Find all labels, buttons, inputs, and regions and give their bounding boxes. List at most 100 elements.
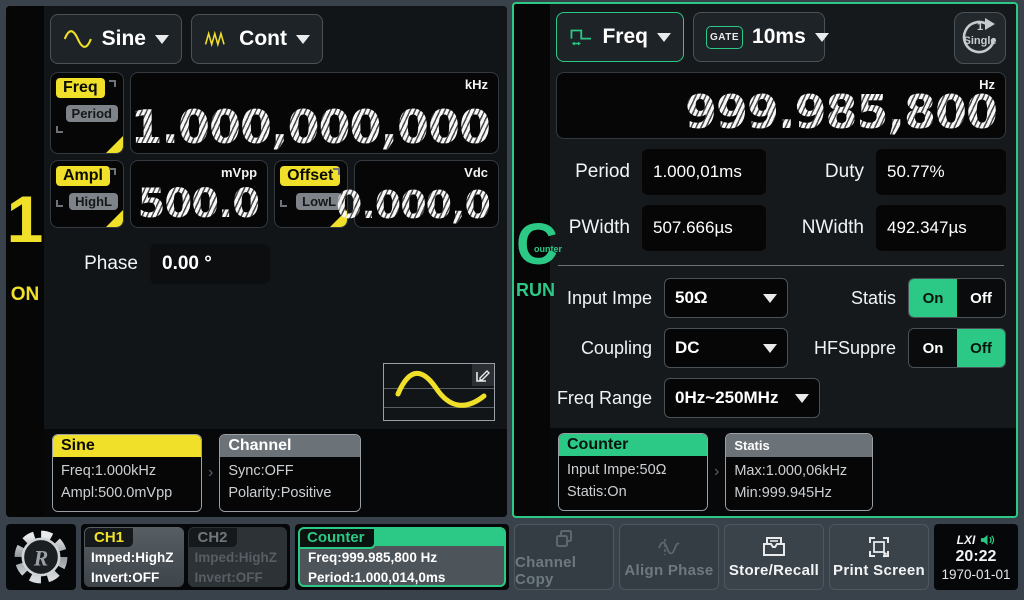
freq-period-selector[interactable]: Freq Period (50, 72, 124, 154)
pencil-edit-icon (476, 368, 490, 382)
waveform-select-value: Sine (102, 27, 146, 51)
waveform-select[interactable]: Sine (50, 14, 182, 64)
action-buttons: Channel Copy Align Phase Store/Recall (514, 524, 929, 590)
corner-mark (333, 168, 340, 175)
single-measure-button[interactable]: 1 Single (954, 12, 1006, 64)
channel1-number: 1 (6, 186, 44, 252)
channel1-panel: 1 ON Sine Cont Freq Period (6, 6, 507, 517)
align-phase-label: Align Phase (624, 562, 713, 579)
ampl-label: Ampl (56, 166, 110, 186)
gate-badge: GATE (706, 26, 743, 49)
period-alt-label: Period (66, 105, 118, 122)
counter-main-display[interactable]: Hz 999.985,800 (556, 72, 1006, 139)
coupling-value: DC (675, 338, 755, 358)
sine-card-freq: Freq:1.000kHz (61, 460, 193, 482)
phase-label: Phase (50, 253, 150, 275)
continuous-wave-icon (204, 28, 230, 50)
offset-value: 0.000,0 (336, 186, 490, 224)
ch1-impedance: Imped:HighZ (91, 548, 177, 568)
channel1-side-column: 1 ON (6, 6, 44, 517)
edit-waveform-button[interactable] (472, 364, 494, 386)
statis-toggle[interactable]: On Off (908, 278, 1006, 318)
single-label: Single (955, 35, 1005, 47)
print-screen-button[interactable]: Print Screen (829, 524, 929, 590)
input-impedance-select[interactable]: 50Ω (664, 278, 788, 318)
phase-input[interactable]: 0.00 ° (150, 244, 270, 284)
statis-off-button[interactable]: Off (957, 279, 1005, 317)
coupling-select[interactable]: DC (664, 328, 788, 368)
speaker-icon (980, 533, 995, 547)
nwidth-value: 492.347µs (887, 218, 967, 238)
ampl-display[interactable]: mVpp 500.0 (130, 160, 268, 228)
gate-time-value: 10ms (752, 25, 806, 49)
statis-card-min: Min:999.945Hz (734, 482, 864, 504)
counter-status-group: Counter Freq:999.985,800 Hz Period:1.000… (295, 524, 509, 590)
counter-status-tab: Counter (300, 529, 376, 549)
freq-unit: kHz (465, 77, 488, 92)
hfsuppre-off-button[interactable]: Off (957, 329, 1005, 367)
chevron-down-icon (763, 344, 777, 353)
align-phase-button[interactable]: Align Phase (619, 524, 719, 590)
copy-icon (552, 527, 576, 551)
offset-label: Offset (280, 166, 340, 186)
counter-mode-select[interactable]: Freq (556, 12, 684, 62)
nwidth-value-box: 492.347µs (876, 205, 1006, 251)
sine-icon (63, 28, 93, 50)
input-impedance-label: Input Impe (556, 288, 664, 309)
gate-time-select[interactable]: GATE 10ms (693, 12, 825, 62)
channel-summary-card[interactable]: Channel Sync:OFF Polarity:Positive (219, 434, 361, 512)
statis-card-title: Statis (726, 434, 872, 457)
statis-on-button[interactable]: On (909, 279, 957, 317)
counter-status-cards: Counter Input Impe:50Ω Statis:On › Stati… (550, 428, 1016, 516)
print-screen-label: Print Screen (833, 562, 925, 579)
coupling-label: Coupling (556, 338, 664, 359)
duty-label: Duty (772, 161, 876, 183)
system-menu-button[interactable]: R (6, 524, 76, 590)
single-count: 1 (955, 21, 1005, 33)
freq-range-select[interactable]: 0Hz~250MHz (664, 378, 820, 418)
sine-summary-card[interactable]: Sine Freq:1.000kHz Ampl:500.0mVpp (52, 434, 202, 512)
store-recall-button[interactable]: Store/Recall (724, 524, 824, 590)
ch2-status-card[interactable]: CH2 Imped:HighZ Invert:OFF (188, 527, 288, 587)
counter-panel: C ounter RUN Freq GATE 10ms (512, 2, 1018, 518)
hfsuppre-on-button[interactable]: On (909, 329, 957, 367)
offset-display[interactable]: Vdc 0.000,0 (354, 160, 499, 228)
card-separator-chevron: › (713, 463, 720, 481)
counter-side-column: C ounter RUN (514, 4, 550, 516)
counter-card-impedance: Input Impe:50Ω (567, 459, 699, 481)
period-value: 1.000,01ms (653, 162, 742, 182)
run-mode-select[interactable]: Cont (191, 14, 323, 64)
counter-summary-card[interactable]: Counter Input Impe:50Ω Statis:On (558, 433, 708, 511)
ch1-status-card[interactable]: CH1 Imped:HighZ Invert:OFF (84, 527, 184, 587)
chevron-down-icon (815, 33, 829, 42)
ch1-tab: CH1 (85, 528, 133, 547)
freq-range-label: Freq Range (556, 388, 664, 409)
statis-card-max: Max:1.000,06kHz (734, 460, 864, 482)
freq-display[interactable]: kHz 1.000,000,000 (130, 72, 499, 154)
channel-card-sync: Sync:OFF (228, 460, 352, 482)
input-impedance-value: 50Ω (675, 288, 755, 308)
print-screen-icon (866, 535, 892, 559)
corner-mark (56, 200, 63, 207)
hfsuppre-toggle[interactable]: On Off (908, 328, 1006, 368)
ampl-unit: mVpp (221, 165, 257, 180)
system-status-clock[interactable]: LXI 20:22 1970-01-01 (934, 524, 1018, 590)
channel1-on-badge: ON (6, 284, 44, 306)
corner-mark (280, 200, 287, 207)
ampl-highlevel-selector[interactable]: Ampl HighL (50, 160, 124, 228)
pwidth-label: PWidth (556, 217, 642, 239)
channel-copy-button[interactable]: Channel Copy (514, 524, 614, 590)
sine-card-title: Sine (53, 435, 201, 457)
waveform-preview[interactable] (383, 363, 495, 421)
duty-value-box: 50.77% (876, 149, 1006, 195)
freq-value: 1.000,000,000 (131, 104, 491, 150)
store-recall-label: Store/Recall (729, 562, 819, 579)
ch1-invert: Invert:OFF (91, 568, 177, 588)
clock-time: 20:22 (956, 548, 997, 566)
pwidth-value: 507.666µs (653, 218, 733, 238)
channel-card-title: Channel (220, 435, 360, 457)
section-divider (558, 265, 1004, 266)
counter-status-card[interactable]: Counter Freq:999.985,800 Hz Period:1.000… (298, 527, 506, 587)
card-separator-chevron: › (207, 464, 214, 482)
statis-summary-card[interactable]: Statis Max:1.000,06kHz Min:999.945Hz (725, 433, 873, 511)
